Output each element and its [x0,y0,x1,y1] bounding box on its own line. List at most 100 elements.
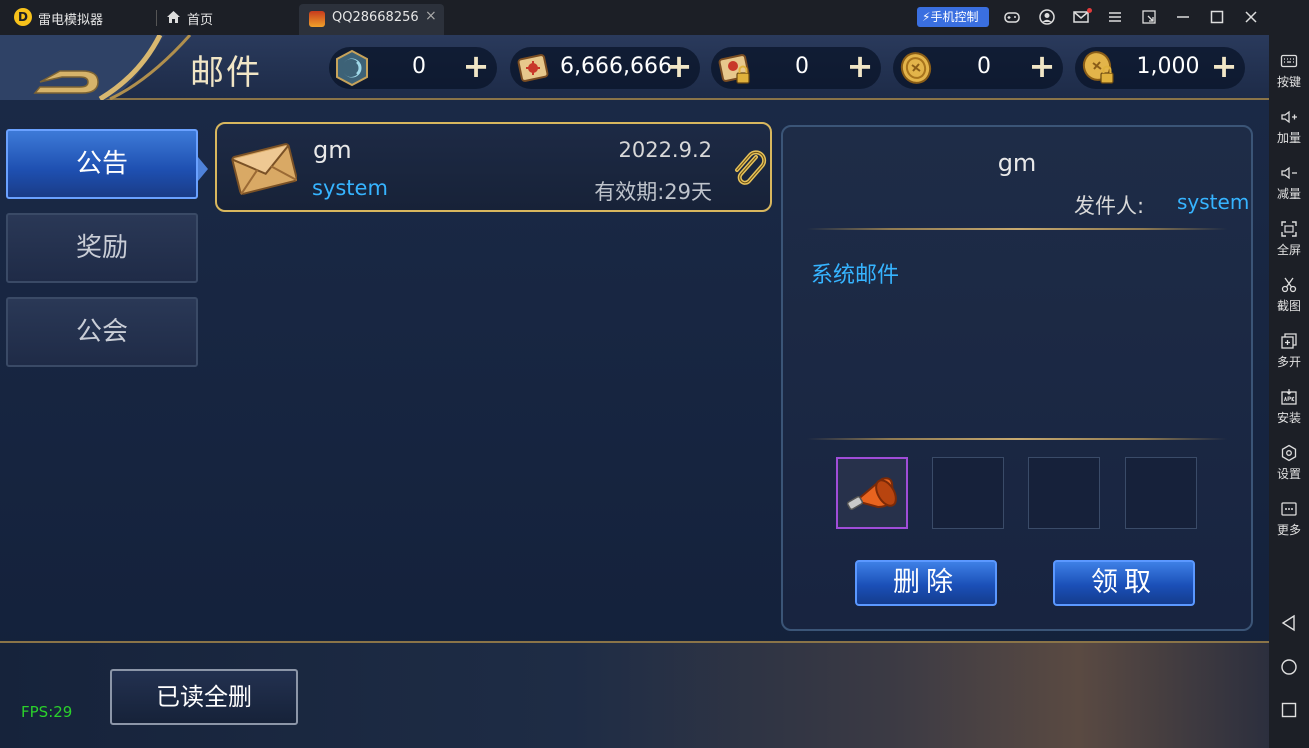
locked-scroll-icon [718,54,750,84]
mail-detail-panel: gm 发件人: system 系统邮件 删除 领取 [781,125,1253,631]
resource-coins: 0 + [893,47,1063,89]
back-button[interactable] [0,35,200,100]
account-icon[interactable] [1038,8,1056,26]
resource-value: 0 [977,54,991,79]
sidebar-label: 安装 [1276,411,1301,425]
mail-from: system [312,176,388,200]
attachment-slot [932,457,1004,529]
resource-locked-scrolls: 0 + [711,47,881,89]
sidebar-label: 截图 [1276,299,1301,313]
gamepad-icon[interactable] [1003,8,1021,26]
sidebar-item-volume-down[interactable]: 减量 [1269,160,1309,208]
close-icon[interactable] [1242,8,1260,26]
resource-locked-coins: 1,000 + [1075,47,1245,89]
sidebar-label: 按键 [1276,75,1301,89]
top-resource-bar: 邮件 0 + 6,666,666 + 0 + 0 + 1,000 + [0,35,1269,100]
multi-instance-icon [1281,333,1297,349]
menu-icon[interactable] [1106,8,1124,26]
game-tab-icon [309,11,325,27]
detail-title: gm [997,149,1037,177]
game-tab-label: QQ28668256 [332,10,419,25]
notification-dot [1087,8,1092,13]
sidebar-label: 减量 [1276,187,1301,201]
fps-counter: FPS:29 [21,703,73,721]
delete-button[interactable]: 删除 [855,560,997,606]
scroll-icon [517,54,549,82]
settings-icon [1281,444,1297,462]
sidebar-item-keymap[interactable]: 按键 [1269,48,1309,96]
close-tab-icon[interactable]: × [425,8,437,24]
sidebar-item-screenshot[interactable]: 截图 [1269,272,1309,320]
game-screen: 邮件 0 + 6,666,666 + 0 + 0 + 1,000 + 公告 奖励… [0,35,1269,748]
resource-value: 0 [795,54,809,79]
sidebar-label: 加量 [1276,131,1301,145]
apk-icon [1281,389,1297,405]
add-scrolls-button[interactable]: + [664,50,694,82]
divider [807,438,1227,440]
attachment-slot [1125,457,1197,529]
more-icon [1281,502,1297,516]
page-title: 邮件 [190,53,262,93]
claim-button[interactable]: 领取 [1053,560,1195,606]
restore-window-icon[interactable] [1140,8,1158,26]
phone-control-button[interactable]: ⚡手机控制 [917,7,989,27]
active-tab-indicator [198,157,208,181]
resource-value: 0 [412,54,426,79]
tab-announcement[interactable]: 公告 [6,129,198,199]
mail-expiry: 有效期:29天 [594,180,712,204]
attachment-slot [1028,457,1100,529]
home-tab[interactable]: 首页 [187,9,213,28]
resource-value: 1,000 [1136,54,1200,79]
sidebar-item-multi-instance[interactable]: 多开 [1269,328,1309,376]
recents-nav-icon[interactable] [1280,701,1298,719]
mail-list-item[interactable]: gm system 2022.9.2 有效期:29天 [215,122,772,212]
tab-rewards[interactable]: 奖励 [6,213,198,283]
game-tab[interactable]: QQ28668256 × [299,4,444,35]
phone-control-label: 手机控制 [930,10,979,24]
tab-guild[interactable]: 公会 [6,297,198,367]
minimize-icon[interactable] [1174,8,1192,26]
sidebar-label: 更多 [1276,523,1301,537]
volume-up-icon [1281,110,1297,124]
sidebar-item-fullscreen[interactable]: 全屏 [1269,216,1309,264]
home-nav-icon[interactable] [1280,658,1298,676]
sidebar-item-install[interactable]: 安装 [1269,384,1309,432]
emulator-titlebar: D 雷电模拟器 首页 QQ28668256 × ⚡手机控制 [0,0,1309,35]
sidebar-label: 多开 [1276,355,1301,369]
sender-label: 发件人: [1074,194,1145,218]
mail-date: 2022.9.2 [618,138,712,162]
ldplayer-logo-icon: D [14,8,32,26]
sidebar-item-volume-up[interactable]: 加量 [1269,104,1309,152]
gem-icon [336,49,368,87]
attachment-slot[interactable] [836,457,908,529]
volume-down-icon [1281,166,1297,180]
keyboard-icon [1280,54,1298,68]
attachment-icon [735,150,767,185]
add-gems-button[interactable]: + [461,50,491,82]
sidebar-item-settings[interactable]: 设置 [1269,440,1309,488]
mail-sender: gm [313,136,352,164]
bottom-bar: 已读全删 FPS:29 [0,641,1269,748]
app-name: 雷电模拟器 [38,13,104,28]
back-nav-icon[interactable] [1280,614,1298,632]
sidebar-label: 全屏 [1276,243,1301,257]
sidebar-label: 设置 [1276,467,1301,481]
resource-gems: 0 + [329,47,497,89]
coin-icon [900,52,932,84]
locked-coin-icon [1082,51,1114,84]
add-locked-scrolls-button[interactable]: + [845,50,875,82]
resource-scrolls: 6,666,666 + [510,47,700,89]
add-locked-coins-button[interactable]: + [1209,50,1239,82]
maximize-icon[interactable] [1208,8,1226,26]
emulator-sidebar: 按键 加量 减量 全屏 截图 多开 安装 设置 更多 [1269,0,1309,748]
horn-icon [846,477,897,510]
sidebar-item-more[interactable]: 更多 [1269,496,1309,544]
divider [807,228,1227,230]
home-icon[interactable] [166,10,181,24]
sender-value: system [1177,190,1250,214]
add-coins-button[interactable]: + [1027,50,1057,82]
resource-value: 6,666,666 [560,54,672,79]
fullscreen-icon [1281,221,1297,237]
scissors-icon [1281,277,1297,293]
delete-read-button[interactable]: 已读全删 [110,669,298,725]
